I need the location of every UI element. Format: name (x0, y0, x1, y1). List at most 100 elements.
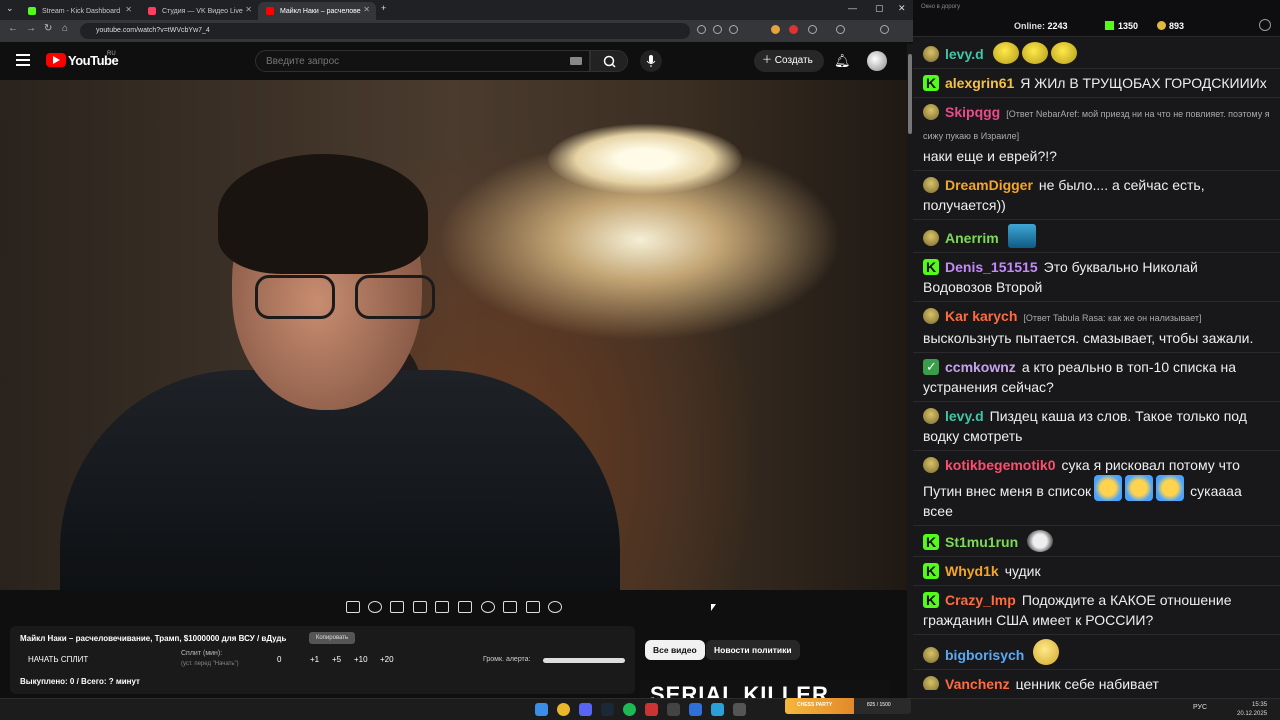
app-icon[interactable] (733, 703, 746, 716)
create-button[interactable]: ＋ Создать (754, 50, 824, 72)
chip-politics-news[interactable]: Новости политики (706, 640, 800, 660)
chat-message: Kar karych [Ответ Tabula Rasa: как же он … (913, 302, 1280, 353)
chat-username[interactable]: Denis_151515 (945, 259, 1038, 275)
voice-search-button[interactable] (640, 50, 662, 72)
view-icon[interactable] (390, 601, 404, 613)
forward-icon[interactable]: → (26, 23, 36, 34)
alert-volume-slider[interactable] (543, 658, 625, 663)
plus-icon: ＋ (762, 55, 772, 66)
video-player[interactable] (0, 80, 907, 590)
chat-username[interactable]: kotikbegemotik0 (945, 457, 1055, 473)
chat-username[interactable]: levy.d (945, 46, 984, 62)
clock[interactable]: 15:35 20.12.2025 (1237, 701, 1267, 719)
chat-username[interactable]: Anerrim (945, 230, 999, 246)
close-window-icon[interactable]: ✕ (898, 3, 906, 14)
extension-icon[interactable] (789, 25, 798, 34)
chat-username[interactable]: Kar karych (945, 308, 1017, 324)
app-icon[interactable] (645, 703, 658, 716)
settings-gear-icon[interactable] (1259, 19, 1271, 31)
film-icon[interactable] (413, 601, 427, 613)
copy-button[interactable]: Копировать (309, 632, 355, 644)
chat-username[interactable]: Skipqgg (945, 104, 1000, 120)
spotify-icon[interactable] (623, 703, 636, 716)
keyboard-icon[interactable] (570, 57, 582, 65)
split-value-input[interactable]: 0 (277, 655, 281, 664)
notifications-bell-icon[interactable]: 🔔︎ (834, 53, 851, 69)
cast-icon[interactable] (713, 25, 722, 34)
home-icon[interactable]: ⌂ (62, 23, 68, 34)
chat-message-list[interactable]: levy.d alexgrin61 Я ЖИл В ТРУЩОБАХ ГОРОДСК… (913, 38, 1280, 690)
chat-username[interactable]: St1mu1run (945, 534, 1018, 550)
search-button[interactable] (590, 50, 628, 72)
speed-gauge-icon[interactable] (481, 601, 495, 613)
tab-youtube-video[interactable]: Майкл Наки – расчелове ✕ (258, 2, 376, 20)
hamburger-menu-icon[interactable] (16, 54, 30, 66)
online-counter: Online: 2243 (1014, 15, 1068, 37)
extension-icon[interactable] (697, 25, 706, 34)
broadcast-icon[interactable] (368, 601, 382, 613)
chat-message: Crazy_ImpПодождите а КАКОЕ отношение гра… (913, 586, 1280, 635)
chat-username[interactable]: Crazy_Imp (945, 592, 1016, 608)
search-input[interactable] (255, 50, 590, 72)
chat-username[interactable]: Whyd1k (945, 563, 999, 579)
address-bar: ← → ↻ ⌂ youtube.com/watch?v=tWVcbYw7_4 (0, 20, 913, 42)
profile-icon[interactable] (880, 25, 889, 34)
close-icon[interactable]: ✕ (245, 5, 252, 14)
scrollbar-thumb[interactable] (908, 54, 912, 134)
settings-gear-icon[interactable] (548, 601, 562, 613)
increment-button[interactable]: +1 (310, 655, 319, 664)
close-icon[interactable]: ✕ (363, 5, 370, 14)
increment-button[interactable]: +20 (380, 655, 394, 664)
menu-kebab-icon[interactable] (898, 25, 907, 34)
search-icon (603, 55, 616, 68)
maximize-icon[interactable]: ▢ (875, 3, 884, 14)
chat-username[interactable]: alexgrin61 (945, 75, 1014, 91)
loop-icon[interactable] (346, 601, 360, 613)
avatar[interactable] (867, 51, 887, 71)
app-icon[interactable] (689, 703, 702, 716)
steam-icon[interactable] (601, 703, 614, 716)
video-thumbnail[interactable]: SERIAL KILLER (640, 680, 890, 698)
resize-icon[interactable] (435, 601, 449, 613)
discord-icon[interactable] (579, 703, 592, 716)
chat-username[interactable]: Vanchenz (945, 676, 1010, 690)
chrome-icon[interactable] (557, 703, 570, 716)
chat-username[interactable]: bigborisych (945, 647, 1024, 663)
clock-time: 15:35 (1252, 702, 1268, 708)
minimize-icon[interactable]: — (848, 3, 857, 13)
start-split-button[interactable]: НАЧАТЬ СПЛИТ (28, 655, 88, 664)
screenshot-camera-icon[interactable] (526, 601, 540, 613)
back-icon[interactable]: ← (8, 23, 18, 34)
new-tab-button[interactable]: + (381, 3, 386, 13)
chat-text: выскользнуть пытается. смазывает, чтобы … (923, 330, 1254, 346)
close-icon[interactable]: ✕ (125, 5, 132, 14)
chat-username[interactable]: levy.d (945, 408, 984, 424)
telegram-icon[interactable] (711, 703, 724, 716)
theater-icon[interactable] (458, 601, 472, 613)
tray-lang[interactable]: РУС (1193, 704, 1207, 711)
tab-search-icon[interactable]: ⌄ (6, 3, 14, 14)
tab-vk-studio[interactable]: Студия — VK Видео Live ✕ (140, 2, 258, 20)
tab-kick-dashboard[interactable]: Stream - Kick Dashboard ✕ (20, 2, 138, 20)
youtube-logo-icon[interactable] (46, 53, 66, 67)
bookmark-star-icon[interactable] (729, 25, 738, 34)
increment-button[interactable]: +10 (354, 655, 368, 664)
verified-badge-icon (923, 357, 939, 377)
alert-volume-label: Громк. алерта: (483, 656, 531, 663)
chat-username[interactable]: DreamDigger (945, 177, 1033, 193)
extension-icon[interactable] (771, 25, 780, 34)
extensions-puzzle-icon[interactable] (808, 25, 817, 34)
chat-message: DreamDigger не было.... а сейчас есть, по… (913, 171, 1280, 220)
obs-icon[interactable] (667, 703, 680, 716)
reload-icon[interactable]: ↻ (44, 23, 52, 34)
chat-username[interactable]: ccmkownz (945, 359, 1016, 375)
kick-badge-icon (923, 561, 939, 581)
chip-all-videos[interactable]: Все видео (645, 640, 705, 660)
add-icon[interactable] (503, 601, 517, 613)
chat-message: Anerrim (913, 220, 1280, 253)
increment-button[interactable]: +5 (332, 655, 341, 664)
coin-count: 893 (1169, 21, 1185, 31)
windows-start-icon[interactable] (535, 703, 548, 716)
download-icon[interactable] (836, 25, 845, 34)
url-field[interactable]: youtube.com/watch?v=tWVcbYw7_4 (80, 23, 690, 39)
